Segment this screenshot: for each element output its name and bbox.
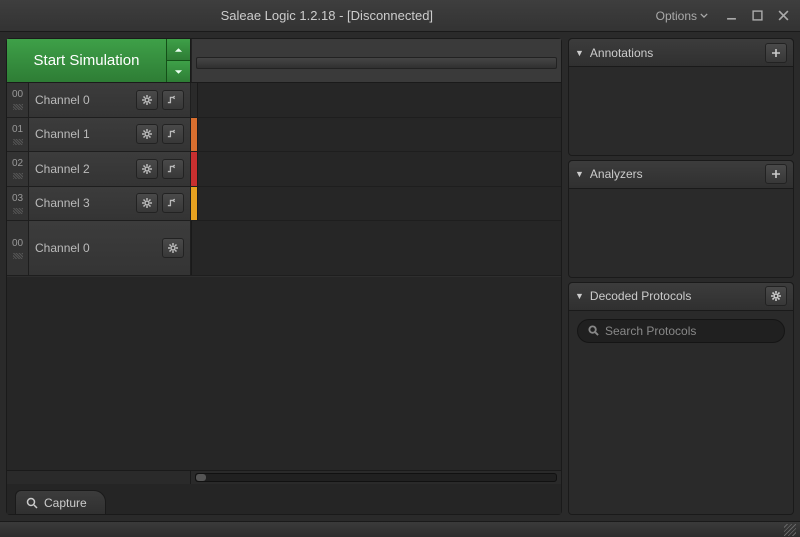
channel-number: 02 [7, 152, 29, 186]
resize-grip[interactable] [784, 524, 796, 536]
channel-settings-button[interactable] [162, 238, 184, 258]
decoded-protocols-panel: ▼ Decoded Protocols Search Protocols [568, 282, 794, 516]
scrollbar-track[interactable] [195, 473, 557, 482]
statusbar [0, 521, 800, 537]
search-placeholder: Search Protocols [605, 324, 696, 338]
analyzers-body [569, 189, 793, 277]
search-icon [588, 325, 599, 336]
channel-settings-button[interactable] [136, 90, 158, 110]
channel-waveform[interactable] [197, 187, 561, 221]
channel-number: 03 [7, 187, 29, 221]
channel-waveform[interactable] [197, 118, 561, 152]
channel-label: Channel 3 [35, 196, 132, 210]
channel-settings-button[interactable] [136, 159, 158, 179]
collapse-icon: ▼ [575, 48, 584, 58]
channel-number: 01 [7, 118, 29, 152]
simulation-stepper [167, 39, 191, 82]
channel-waveform[interactable] [197, 83, 561, 117]
channel-waveform[interactable] [197, 152, 561, 186]
capture-icon [26, 497, 38, 509]
options-menu[interactable]: Options [648, 7, 716, 25]
decoded-title: Decoded Protocols [590, 289, 759, 303]
timeline-ruler[interactable] [191, 39, 561, 82]
simulation-row: Start Simulation [7, 39, 561, 83]
channel-settings-button[interactable] [136, 124, 158, 144]
channel-trigger-button[interactable] [162, 159, 184, 179]
collapse-icon: ▼ [575, 291, 584, 301]
channel-header[interactable]: Channel 1 [29, 118, 191, 152]
decoded-header[interactable]: ▼ Decoded Protocols [569, 283, 793, 311]
grip-icon[interactable] [13, 104, 23, 110]
scrollbar-thumb[interactable] [196, 474, 206, 481]
channel-row: 00 Channel 0 [7, 221, 561, 276]
channel-header[interactable]: Channel 3 [29, 187, 191, 221]
collapse-icon: ▼ [575, 169, 584, 179]
channel-row: 02 Channel 2 [7, 152, 561, 187]
tab-bar: Capture [7, 484, 561, 514]
channel-row: 01 Channel 1 [7, 118, 561, 153]
annotations-panel: ▼ Annotations [568, 38, 794, 156]
channel-settings-button[interactable] [136, 193, 158, 213]
decoded-body: Search Protocols [569, 311, 793, 515]
channel-trigger-button[interactable] [162, 90, 184, 110]
annotations-body [569, 67, 793, 155]
options-label: Options [656, 9, 697, 23]
channel-header[interactable]: Channel 2 [29, 152, 191, 186]
analyzers-title: Analyzers [590, 167, 759, 181]
annotations-title: Annotations [590, 46, 759, 60]
side-panels: ▼ Annotations ▼ Analyzers ▼ Decoded Prot… [568, 38, 794, 515]
capture-pane: Start Simulation 00Channel 001Channel 10… [6, 38, 562, 515]
channel-waveform[interactable] [191, 221, 561, 275]
channel-list: 00 Channel 0 01 Channel 1 02 Channel 2 03 Chann… [7, 83, 561, 277]
add-analyzer-button[interactable] [765, 164, 787, 184]
grip-icon[interactable] [13, 253, 23, 259]
maximize-button[interactable] [746, 5, 768, 27]
horizontal-scrollbar [7, 470, 561, 484]
annotations-header[interactable]: ▼ Annotations [569, 39, 793, 67]
content-area: Start Simulation 00Channel 001Channel 10… [0, 32, 800, 521]
minimize-button[interactable] [720, 5, 742, 27]
step-down-button[interactable] [167, 61, 190, 82]
window-title: Saleae Logic 1.2.18 - [Disconnected] [6, 8, 648, 23]
decoded-settings-button[interactable] [765, 286, 787, 306]
start-simulation-button[interactable]: Start Simulation [7, 39, 167, 82]
channel-label: Channel 0 [35, 93, 132, 107]
tab-capture[interactable]: Capture [15, 490, 106, 514]
gear-icon [770, 290, 782, 302]
channel-row: 03 Channel 3 [7, 187, 561, 222]
analyzers-header[interactable]: ▼ Analyzers [569, 161, 793, 189]
empty-capture-area [7, 277, 561, 471]
channel-label: Channel 2 [35, 162, 132, 176]
channel-trigger-button[interactable] [162, 193, 184, 213]
close-button[interactable] [772, 5, 794, 27]
channel-header[interactable]: Channel 0 [29, 221, 191, 275]
grip-icon[interactable] [13, 173, 23, 179]
grip-icon[interactable] [13, 208, 23, 214]
channel-row: 00 Channel 0 [7, 83, 561, 118]
channel-number: 00 [7, 221, 29, 275]
channel-header[interactable]: Channel 0 [29, 83, 191, 117]
app-window: Saleae Logic 1.2.18 - [Disconnected] Opt… [0, 0, 800, 537]
channel-label: Channel 0 [35, 241, 158, 255]
analyzers-panel: ▼ Analyzers [568, 160, 794, 278]
channel-trigger-button[interactable] [162, 124, 184, 144]
tab-label: Capture [44, 496, 87, 510]
titlebar: Saleae Logic 1.2.18 - [Disconnected] Opt… [0, 0, 800, 32]
channel-number: 00 [7, 83, 29, 117]
search-protocols-input[interactable]: Search Protocols [577, 319, 785, 343]
step-up-button[interactable] [167, 39, 190, 61]
add-annotation-button[interactable] [765, 43, 787, 63]
channel-label: Channel 1 [35, 127, 132, 141]
grip-icon[interactable] [13, 139, 23, 145]
scrollbar-gutter [7, 471, 191, 484]
